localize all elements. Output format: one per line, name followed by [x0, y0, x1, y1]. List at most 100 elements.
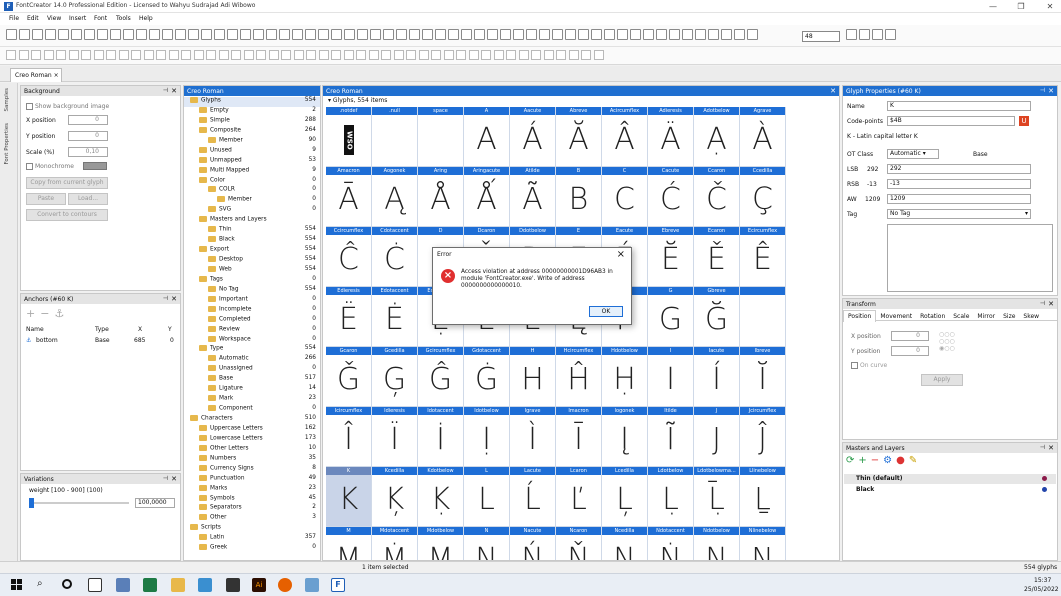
weight-slider-track[interactable]: [29, 502, 129, 504]
tree-item[interactable]: Unused 9: [184, 146, 320, 157]
name-input[interactable]: K: [887, 101, 1031, 111]
list-item[interactable]: Thin (default): [844, 474, 1056, 484]
zoom-input[interactable]: 48: [802, 31, 840, 42]
toolbar-tool-icon[interactable]: [383, 29, 394, 40]
app-icon[interactable]: [305, 578, 319, 592]
toolbar-tool-icon[interactable]: [531, 50, 541, 60]
menu-file[interactable]: File: [9, 15, 19, 22]
table-row[interactable]: ⚓ bottom Base 685 0: [25, 337, 177, 346]
glyph-cell[interactable]: Cacute Ć: [648, 167, 694, 227]
glyph-cell[interactable]: Abreve Ă: [556, 107, 602, 167]
glyph-cell[interactable]: Aring Å: [418, 167, 464, 227]
toolbar-tool-icon[interactable]: [656, 29, 667, 40]
glyph-cell[interactable]: Imacron Ī: [556, 407, 602, 467]
toolbar-tool-icon[interactable]: [56, 50, 66, 60]
toolbar-tool-icon[interactable]: [448, 29, 459, 40]
remove-anchor-icon[interactable]: −: [40, 307, 54, 320]
toolbar-tool-icon[interactable]: [552, 29, 563, 40]
toolbar-tool-icon[interactable]: [747, 29, 758, 40]
toolbar-tool-icon[interactable]: [435, 29, 446, 40]
toolbar-tool-icon[interactable]: [206, 50, 216, 60]
toolbar-tool-icon[interactable]: [344, 29, 355, 40]
toolbar-tool-icon[interactable]: [418, 50, 429, 60]
toolbar-tool-icon[interactable]: [253, 29, 264, 40]
menu-edit[interactable]: Edit: [27, 15, 39, 22]
file-explorer-icon[interactable]: [171, 578, 185, 592]
tree-item[interactable]: Currency Signs 8: [184, 464, 320, 475]
toolbar-tool-icon[interactable]: [143, 50, 154, 60]
toolbar-tool-icon[interactable]: [266, 29, 277, 40]
toolbar-tool-icon[interactable]: [487, 29, 498, 40]
glyph-cell[interactable]: Nacute Ń: [510, 527, 556, 560]
menu-font[interactable]: Font: [94, 15, 107, 22]
toolbar-tool-icon[interactable]: [617, 29, 628, 40]
glyph-cell[interactable]: HH: [510, 347, 556, 407]
pin-icon[interactable]: ⊣: [1040, 87, 1045, 94]
tree-item[interactable]: Punctuation 49: [184, 474, 320, 485]
glyph-cell[interactable]: Mdotbelow Ṃ: [418, 527, 464, 560]
pin-icon[interactable]: ⊣: [163, 475, 168, 482]
toolbar-tool-icon[interactable]: [396, 29, 407, 40]
glyph-cell[interactable]: NN: [464, 527, 510, 560]
toolbar-tool-icon[interactable]: [543, 50, 554, 60]
side-tab-font-properties[interactable]: Font Properties: [4, 123, 10, 165]
toolbar-tool-icon[interactable]: [181, 50, 191, 60]
toolbar-tool-icon[interactable]: [885, 29, 896, 40]
toolbar-tool-icon[interactable]: [306, 50, 316, 60]
weight-slider-thumb[interactable]: [29, 498, 34, 508]
glyph-cell[interactable]: Ccaron Č: [694, 167, 740, 227]
rsb-input[interactable]: -13: [887, 179, 1031, 189]
toolbar-tool-icon[interactable]: [281, 50, 291, 60]
glyph-cell[interactable]: LL: [464, 467, 510, 527]
toolbar-tool-icon[interactable]: [643, 29, 654, 40]
toolbar-tool-icon[interactable]: [526, 29, 537, 40]
toolbar-tool-icon[interactable]: [695, 29, 706, 40]
glyph-cell[interactable]: Idieresis Ï: [372, 407, 418, 467]
glyph-cell[interactable]: Ccircumflex Ĉ: [326, 227, 372, 287]
glyph-cell[interactable]: Gcedilla Ģ: [372, 347, 418, 407]
glyph-cell[interactable]: Ldotbelow Ḷ: [648, 467, 694, 527]
glyph-cell[interactable]: Gbreve Ğ: [694, 287, 740, 347]
toolbar-tool-icon[interactable]: [630, 29, 641, 40]
list-item[interactable]: Black: [844, 485, 1056, 495]
toolbar-tool-icon[interactable]: [6, 50, 16, 60]
tab-creo-roman[interactable]: Creo Roman ×: [10, 68, 62, 82]
tree-item[interactable]: Incomplete 0: [184, 305, 320, 316]
glyph-cell[interactable]: Acircumflex Â: [602, 107, 648, 167]
toolbar-tool-icon[interactable]: [593, 50, 604, 60]
toolbar-tool-icon[interactable]: [68, 50, 79, 60]
toolbar-tool-icon[interactable]: [31, 50, 41, 60]
tree-item[interactable]: Export 554: [184, 246, 320, 256]
add-icon[interactable]: +: [858, 455, 870, 466]
minimize-button[interactable]: —: [986, 1, 1000, 12]
toolbar-tool-icon[interactable]: [357, 29, 368, 40]
toolbar-tool-icon[interactable]: [318, 29, 329, 40]
toolbar-tool-icon[interactable]: [293, 50, 304, 60]
tree-item[interactable]: Mark 23: [184, 395, 320, 405]
tree-item[interactable]: Other Letters 10: [184, 444, 320, 455]
glyph-cell[interactable]: Lacute Ĺ: [510, 467, 556, 527]
glyph-cell[interactable]: Ecircumflex Ê: [740, 227, 786, 287]
load-button[interactable]: Load...: [68, 193, 108, 205]
store-icon[interactable]: [198, 578, 212, 592]
windows-start-icon[interactable]: [11, 579, 22, 590]
transform-y-input[interactable]: 0: [891, 346, 929, 356]
glyph-cell[interactable]: Mdotaccent Ṁ: [372, 527, 418, 560]
toolbar-tool-icon[interactable]: [6, 29, 17, 40]
tree-item[interactable]: Empty 2: [184, 106, 320, 117]
toolbar-tool-icon[interactable]: [734, 29, 745, 40]
apply-button[interactable]: Apply: [921, 374, 963, 386]
toolbar-tool-icon[interactable]: [708, 29, 719, 40]
tab-size[interactable]: Size: [999, 311, 1019, 322]
toolbar-tool-icon[interactable]: [110, 29, 121, 40]
glyph-cell[interactable]: Iacute Í: [694, 347, 740, 407]
glyph-cell[interactable]: Gcaron Ǧ: [326, 347, 372, 407]
toolbar-tool-icon[interactable]: [81, 50, 91, 60]
tree-item[interactable]: Web 554: [184, 265, 320, 276]
fontcreator-taskbar-icon[interactable]: F: [331, 578, 345, 592]
pin-icon[interactable]: ⊣: [1040, 444, 1045, 451]
tree-item[interactable]: Numbers 35: [184, 454, 320, 465]
tree-item[interactable]: Unmapped 53: [184, 156, 320, 167]
toolbar-tool-icon[interactable]: [393, 50, 404, 60]
unicode-icon[interactable]: U: [1019, 116, 1029, 126]
